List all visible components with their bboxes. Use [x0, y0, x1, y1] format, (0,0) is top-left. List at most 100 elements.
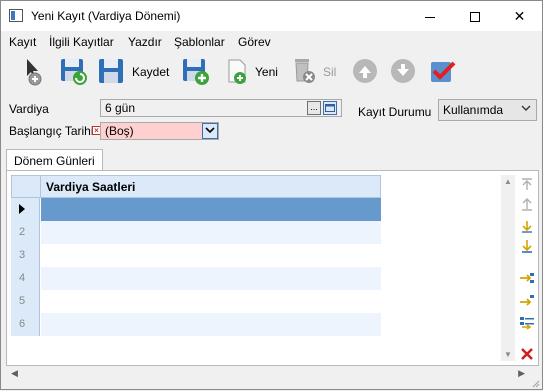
move-up-button[interactable] [351, 56, 381, 86]
arrow-down-icon [391, 59, 415, 83]
list-icon [520, 317, 534, 330]
new-cursor-button[interactable] [21, 56, 51, 86]
menu-ilgili-kayitlar[interactable]: İlgili Kayıtlar [49, 35, 114, 49]
vardiya-browse-button[interactable]: ... [307, 101, 321, 115]
maximize-icon [469, 12, 480, 23]
insert-row-icon [520, 273, 534, 283]
new-document-icon [228, 59, 246, 84]
grid-cell[interactable] [41, 244, 381, 267]
baslangic-label: Başlangıç Tarihi [9, 124, 94, 138]
title-bar: Yeni Kayıt (Vardiya Dönemi) ✕ [1, 1, 542, 31]
table-row[interactable]: 4 [11, 267, 381, 290]
maximize-button[interactable] [452, 1, 497, 31]
move-down-button[interactable] [389, 56, 419, 86]
delete-x-icon [521, 348, 533, 360]
move-bottom-button[interactable] [519, 239, 535, 255]
app-icon [9, 9, 23, 22]
toolbar: Kaydet Yeni Sil [1, 52, 542, 92]
vertical-scrollbar[interactable]: ▲ ▼ [501, 175, 515, 361]
window-title: Yeni Kayıt (Vardiya Dönemi) [31, 9, 181, 23]
row-pointer-icon [19, 204, 25, 214]
row-number: 2 [11, 221, 40, 244]
table-row[interactable] [11, 198, 381, 221]
append-row-button[interactable] [519, 293, 535, 309]
minimize-icon [424, 16, 435, 18]
close-button[interactable]: ✕ [497, 1, 542, 31]
move-top-button[interactable] [519, 177, 535, 193]
baslangic-field[interactable]: (Boş) [100, 122, 219, 140]
kayit-durumu-select[interactable]: Kullanımda [438, 99, 537, 121]
save-add-icon [183, 59, 209, 85]
new-icon-button[interactable] [223, 56, 253, 86]
checkmark-icon [431, 61, 456, 82]
chevron-down-icon [521, 103, 531, 115]
save-new-button[interactable] [181, 56, 211, 86]
save-refresh-button[interactable] [59, 56, 89, 86]
menu-sablonlar[interactable]: Şablonlar [174, 35, 225, 49]
row-indicator [11, 198, 40, 221]
table-row[interactable]: 2 [11, 221, 381, 244]
save-refresh-icon [61, 59, 87, 85]
move-row-up-button[interactable] [519, 197, 535, 213]
resize-grip-icon[interactable] [530, 377, 540, 388]
menu-kayit[interactable]: Kayıt [9, 35, 36, 49]
close-icon: ✕ [513, 8, 526, 24]
scroll-down-icon[interactable]: ▼ [504, 350, 512, 359]
insert-row-button[interactable] [519, 271, 535, 287]
row-down-icon [522, 221, 532, 233]
list-rows-button[interactable] [519, 315, 535, 331]
baslangic-value: (Boş) [105, 124, 134, 138]
scroll-right-icon[interactable]: ▶ [518, 368, 525, 379]
table-row[interactable]: 6 [11, 313, 381, 336]
kayit-durumu-label: Kayıt Durumu [358, 105, 432, 119]
row-number: 6 [11, 313, 40, 336]
vardiya-open-button[interactable] [323, 101, 337, 115]
save-button[interactable]: Kaydet [132, 65, 169, 79]
tab-donem-gunleri[interactable]: Dönem Günleri [6, 149, 103, 171]
chevron-down-icon [205, 127, 215, 134]
horizontal-scrollbar[interactable]: ◀ ▶ [6, 366, 539, 383]
row-number: 5 [11, 290, 40, 313]
grid-header: Vardiya Saatleri [11, 175, 381, 198]
row-up-icon [522, 198, 532, 211]
column-header-vardiya-saatleri[interactable]: Vardiya Saatleri [46, 180, 135, 194]
move-top-icon [522, 178, 532, 190]
arrow-up-icon [353, 59, 377, 83]
row-number: 4 [11, 267, 40, 290]
delete-row-button[interactable] [519, 347, 535, 363]
kayit-durumu-value: Kullanımda [443, 103, 504, 117]
tab-panel: Vardiya Saatleri 2 3 4 5 6 ▲ ▼ [6, 170, 539, 366]
vardiya-label: Vardiya [9, 102, 49, 116]
move-bottom-icon [522, 240, 532, 253]
baslangic-dropdown-button[interactable] [202, 123, 218, 139]
app-window: Yeni Kayıt (Vardiya Dönemi) ✕ Kayıt İlgi… [0, 0, 543, 390]
vardiya-value: 6 gün [105, 101, 136, 115]
minimize-button[interactable] [407, 1, 452, 31]
table-row[interactable]: 3 [11, 244, 381, 267]
cursor-add-icon [27, 59, 42, 86]
row-number: 3 [11, 244, 40, 267]
menu-yazdir[interactable]: Yazdır [128, 35, 162, 49]
scroll-left-icon[interactable]: ◀ [11, 368, 18, 379]
grid-cell[interactable] [41, 221, 381, 244]
delete-icon-button[interactable] [289, 56, 319, 86]
grid-cell[interactable] [41, 267, 381, 290]
grid-cell[interactable] [41, 198, 381, 221]
append-row-icon [520, 295, 534, 306]
window-icon [325, 104, 335, 112]
scroll-up-icon[interactable]: ▲ [504, 177, 512, 186]
delete-button[interactable]: Sil [323, 65, 336, 79]
floppy-disk-icon [99, 59, 123, 83]
vardiya-field[interactable]: 6 gün ... [100, 99, 342, 117]
table-row[interactable]: 5 [11, 290, 381, 313]
approve-button[interactable] [429, 56, 459, 86]
grid-corner [12, 176, 41, 197]
new-button[interactable]: Yeni [255, 65, 278, 79]
move-row-down-button[interactable] [519, 219, 535, 235]
trash-icon [295, 59, 315, 83]
save-icon-button[interactable] [97, 56, 127, 86]
grid-cell[interactable] [41, 313, 381, 336]
grid-cell[interactable] [41, 290, 381, 313]
menu-bar: Kayıt İlgili Kayıtlar Yazdır Şablonlar G… [1, 32, 542, 52]
menu-gorev[interactable]: Görev [238, 35, 271, 49]
